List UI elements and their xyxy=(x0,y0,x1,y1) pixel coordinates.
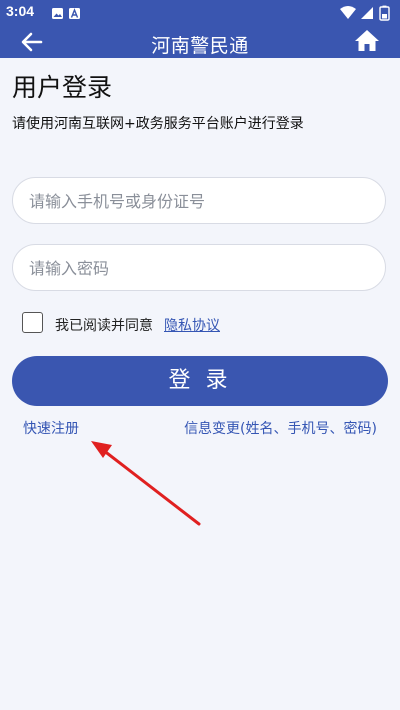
annotation-arrow xyxy=(91,441,201,526)
